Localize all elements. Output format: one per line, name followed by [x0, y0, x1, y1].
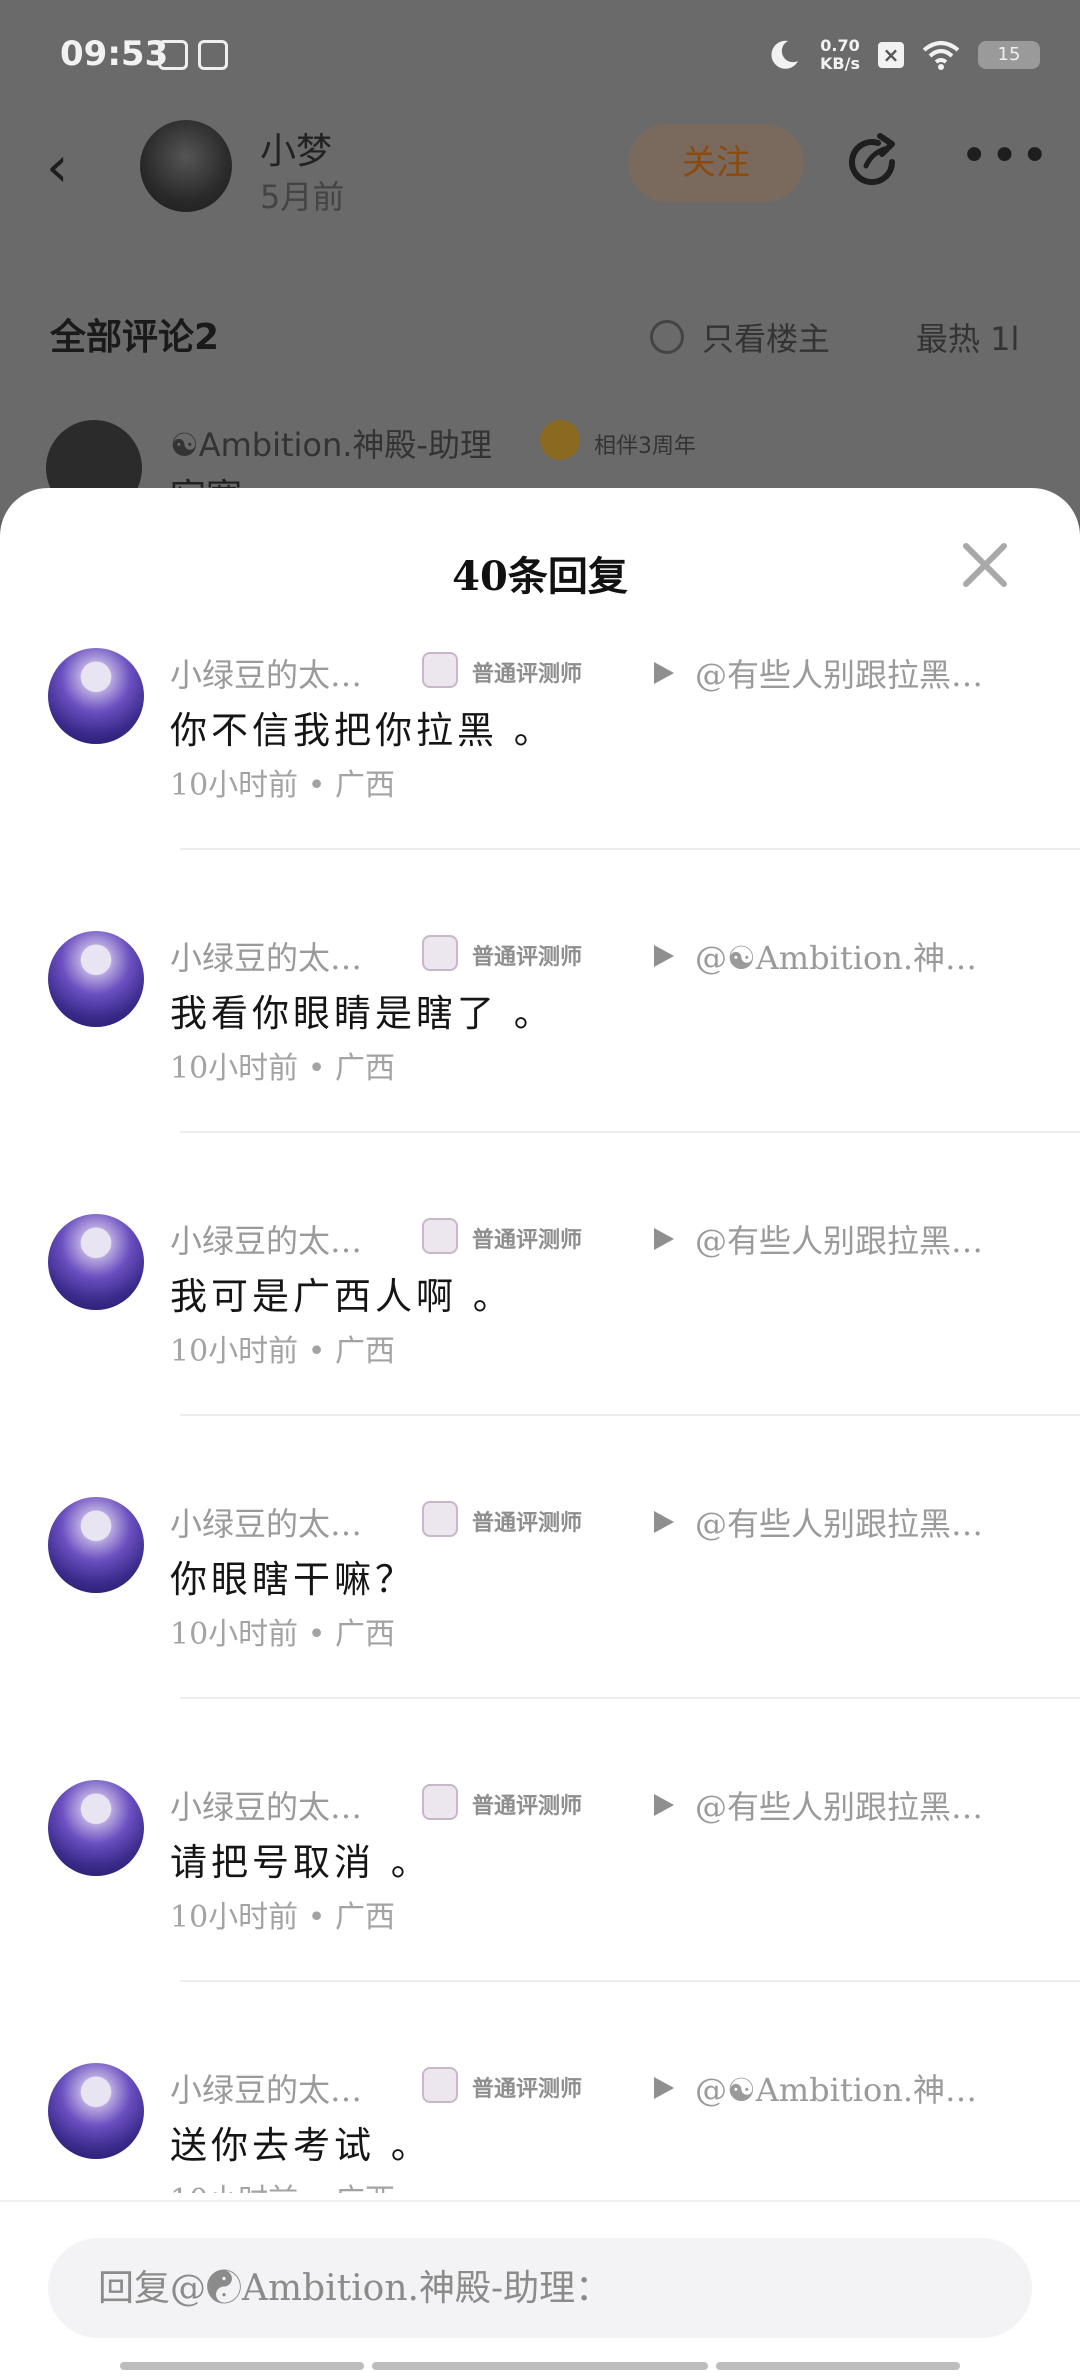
reply-text: 请把号取消 。 [170, 1841, 432, 1884]
reply-target[interactable]: @有些人别跟拉黑… [695, 1499, 1045, 1545]
moon-icon [771, 40, 799, 69]
reply-text: 你眼瞎干嘛？ [170, 1558, 416, 1601]
reply-text: 送你去考试 。 [170, 2124, 432, 2167]
op-only-toggle[interactable]: 只看楼主 [650, 314, 830, 360]
gesture-bar [716, 2362, 960, 2370]
level-badge-icon [422, 1501, 458, 1537]
avatar[interactable] [48, 1214, 144, 1310]
reply-target[interactable]: @有些人别跟拉黑… [695, 1782, 1045, 1828]
reply-arrow-icon [654, 2077, 674, 2099]
level-label: 普通评测师 [472, 945, 583, 970]
divider [180, 1131, 1080, 1133]
reply-author[interactable]: 小绿豆的太… [170, 933, 362, 979]
level-badge-icon [422, 2067, 458, 2103]
reply-text: 我看你眼睛是瞎了 。 [170, 992, 555, 1035]
reply-item[interactable]: 小绿豆的太… 普通评测师 @有些人别跟拉黑… 请把号取消 。 10小时前 • 广… [0, 1770, 1080, 2053]
reply-author[interactable]: 小绿豆的太… [170, 1216, 362, 1262]
wifi-icon [922, 41, 960, 70]
close-icon[interactable] [956, 536, 1014, 594]
reply-item[interactable]: 小绿豆的太… 普通评测师 @有些人别跟拉黑… 你不信我把你拉黑 。 10小时前 … [0, 638, 1080, 921]
level-badge-icon [422, 1784, 458, 1820]
status-bar: 09:53 0.70 KB/s × 15 [0, 0, 1080, 110]
reply-author[interactable]: 小绿豆的太… [170, 2065, 362, 2111]
anniversary-badge-label: 相伴3周年 [594, 434, 696, 459]
anniversary-badge-icon [540, 420, 580, 460]
post-header: ‹ 小梦 5月前 关注 ••• [0, 110, 1080, 230]
share-icon[interactable] [844, 132, 904, 192]
reply-author[interactable]: 小绿豆的太… [170, 1782, 362, 1828]
author-avatar[interactable] [140, 120, 232, 212]
avatar[interactable] [48, 931, 144, 1027]
reply-target[interactable]: @有些人别跟拉黑… [695, 650, 1045, 696]
comments-toolbar: 全部评论2 只看楼主 最热 1l [0, 300, 1080, 370]
reply-input[interactable] [48, 2238, 1032, 2338]
reply-target[interactable]: @☯Ambition.神… [695, 2065, 1045, 2111]
divider [180, 1697, 1080, 1699]
reply-author[interactable]: 小绿豆的太… [170, 1499, 362, 1545]
avatar[interactable] [48, 2063, 144, 2159]
sheet-title: 40条回复 [452, 553, 628, 600]
avatar[interactable] [48, 1780, 144, 1876]
divider [180, 1414, 1080, 1416]
gesture-bar [120, 2362, 364, 2370]
ellipsis-icon[interactable]: ••• [960, 128, 1051, 184]
level-label: 普通评测师 [472, 662, 583, 687]
level-badge-icon [422, 1218, 458, 1254]
reply-composer [0, 2200, 1080, 2376]
divider [180, 848, 1080, 850]
reply-item[interactable]: 小绿豆的太… 普通评测师 @☯Ambition.神… 送你去考试 。 10小时前… [0, 2053, 1080, 2193]
comment-author[interactable]: ☯Ambition.神殿-助理 [170, 420, 492, 466]
reply-meta: 10小时前 • 广西 [170, 1617, 395, 1652]
level-badge-icon [422, 652, 458, 688]
reply-text: 你不信我把你拉黑 。 [170, 709, 555, 752]
reply-arrow-icon [654, 1794, 674, 1816]
divider [180, 1980, 1080, 1982]
reply-meta: 10小时前 • 广西 [170, 1334, 395, 1369]
reply-target[interactable]: @☯Ambition.神… [695, 933, 1045, 979]
op-only-label: 只看楼主 [702, 320, 831, 358]
gesture-bar [372, 2362, 708, 2370]
author-name[interactable]: 小梦 [260, 122, 332, 174]
reply-arrow-icon [654, 662, 674, 684]
reply-meta: 10小时前 • 广西 [170, 1900, 395, 1935]
reply-item[interactable]: 小绿豆的太… 普通评测师 @☯Ambition.神… 我看你眼睛是瞎了 。 10… [0, 921, 1080, 1204]
reply-target[interactable]: @有些人别跟拉黑… [695, 1216, 1045, 1262]
reply-arrow-icon [654, 1228, 674, 1250]
reply-arrow-icon [654, 1511, 674, 1533]
chevron-left-icon[interactable]: ‹ [46, 140, 68, 196]
replies-sheet: 40条回复 小绿豆的太… 普通评测师 @有些人别跟拉黑… 你不信我把你拉黑 。 … [0, 488, 1080, 2376]
all-comments-title: 全部评论2 [50, 317, 220, 358]
level-label: 普通评测师 [472, 1794, 583, 1819]
post-time: 5月前 [260, 178, 345, 216]
level-badge-icon [422, 935, 458, 971]
reply-item[interactable]: 小绿豆的太… 普通评测师 @有些人别跟拉黑… 我可是广西人啊 。 10小时前 •… [0, 1204, 1080, 1487]
level-label: 普通评测师 [472, 1228, 583, 1253]
sim-off-icon: × [878, 42, 904, 68]
follow-button[interactable]: 关注 [628, 124, 804, 202]
reply-meta: 10小时前 • 广西 [170, 768, 395, 803]
reply-list[interactable]: 小绿豆的太… 普通评测师 @有些人别跟拉黑… 你不信我把你拉黑 。 10小时前 … [0, 638, 1080, 2193]
level-label: 普通评测师 [472, 1511, 583, 1536]
net-speed: 0.70 KB/s [820, 36, 860, 73]
background-page: 09:53 0.70 KB/s × 15 ‹ 小梦 5月前 关注 ••• 全部评… [0, 0, 1080, 520]
status-indicators: 0.70 KB/s × 15 [766, 30, 1040, 80]
app-notification-icon [198, 40, 228, 70]
avatar[interactable] [48, 648, 144, 744]
sort-toggle[interactable]: 最热 1l [916, 314, 1019, 360]
reply-meta: 10小时前 • 广西 [170, 1051, 395, 1086]
level-label: 普通评测师 [472, 2077, 583, 2102]
reply-text: 我可是广西人啊 。 [170, 1275, 514, 1318]
app-notification-icon [158, 40, 188, 70]
avatar[interactable] [48, 1497, 144, 1593]
battery-icon: 15 [978, 41, 1040, 69]
radio-icon [650, 320, 684, 354]
reply-meta: 10小时前 • 广西 [170, 2175, 395, 2193]
reply-item[interactable]: 小绿豆的太… 普通评测师 @有些人别跟拉黑… 你眼瞎干嘛？ 10小时前 • 广西 [0, 1487, 1080, 1770]
reply-arrow-icon [654, 945, 674, 967]
reply-author[interactable]: 小绿豆的太… [170, 650, 362, 696]
status-time: 09:53 [60, 34, 169, 74]
